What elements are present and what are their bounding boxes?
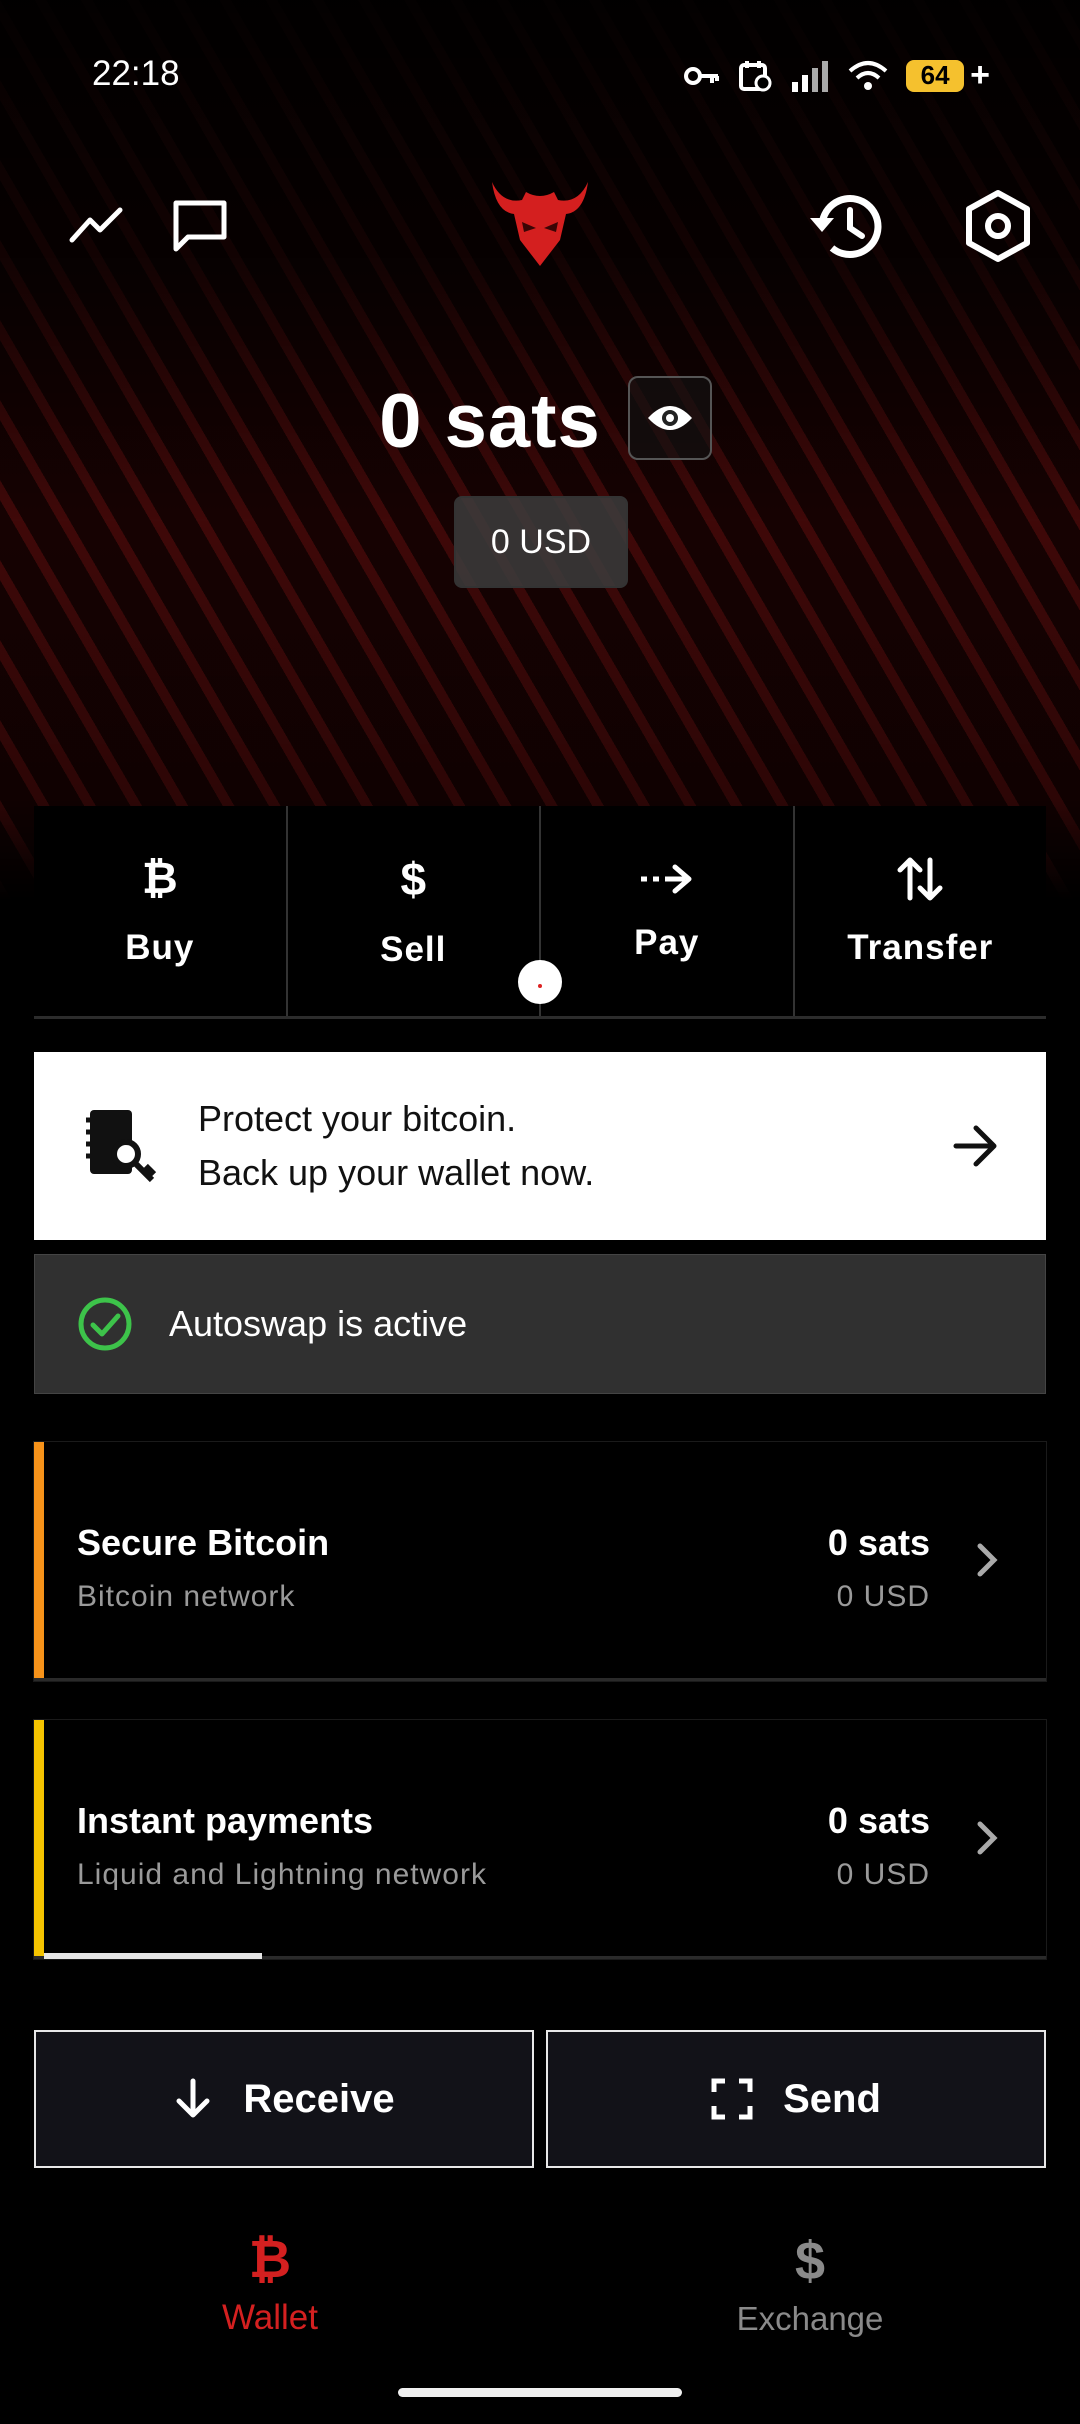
transfer-label: Transfer — [847, 928, 994, 967]
backup-text: Protect your bitcoin. Back up your walle… — [198, 1092, 594, 1200]
nav-wallet[interactable]: ₿ Wallet — [120, 2230, 420, 2338]
wallet-card-secure-bitcoin[interactable]: Secure Bitcoin Bitcoin network 0 sats 0 … — [34, 1442, 1046, 1681]
card-subtitle: Liquid and Lightning network — [77, 1858, 487, 1891]
wifi-icon — [848, 60, 888, 90]
status-icons: 64 + — [684, 56, 990, 95]
nav-exchange[interactable]: $ Exchange — [660, 2230, 960, 2338]
pay-button[interactable]: Pay — [541, 806, 795, 1016]
autoswap-status[interactable]: Autoswap is active — [34, 1254, 1046, 1394]
dashed-arrow-right-icon — [640, 864, 692, 894]
card-accent-bar — [34, 1720, 44, 1956]
card-accent-bar — [34, 1442, 44, 1678]
card-sats: 0 sats — [827, 1522, 930, 1563]
buy-label: Buy — [125, 928, 195, 967]
receive-label: Receive — [243, 2076, 395, 2121]
toggle-visibility-button[interactable] — [628, 376, 712, 460]
card-fiat: 0 USD — [836, 1858, 930, 1891]
chevron-right-icon — [977, 1543, 998, 1577]
chat-icon[interactable] — [166, 196, 234, 256]
signal-icon — [792, 60, 829, 92]
eye-icon — [648, 406, 692, 430]
bitcoin-icon: ₿ — [248, 2231, 292, 2289]
status-time: 22:18 — [92, 54, 180, 93]
battery-indicator: 64 — [906, 59, 965, 92]
card-sats: 0 sats — [827, 1800, 930, 1841]
settings-icon[interactable] — [958, 186, 1038, 266]
send-label: Send — [783, 2076, 881, 2121]
nav-exchange-label: Exchange — [736, 2300, 884, 2337]
arrow-right-icon — [953, 1125, 997, 1167]
balance-sats: 0 sats — [379, 379, 601, 464]
backup-banner[interactable]: Protect your bitcoin. Back up your walle… — [34, 1052, 1046, 1240]
arrow-down-icon — [176, 2078, 210, 2118]
pay-label: Pay — [634, 923, 700, 962]
autoswap-text: Autoswap is active — [169, 1303, 468, 1344]
card-fiat: 0 USD — [836, 1580, 930, 1613]
card-subtitle: Bitcoin network — [77, 1580, 296, 1613]
buy-button[interactable]: ₿ Buy — [34, 806, 288, 1016]
sync-progress-bar — [44, 1953, 262, 1959]
bitcoin-icon: ₿ — [141, 854, 178, 903]
status-bar: 22:18 64 + — [0, 0, 1080, 150]
card-title: Secure Bitcoin — [77, 1522, 330, 1563]
home-indicator[interactable] — [398, 2388, 682, 2397]
calendar-alarm-icon — [739, 60, 772, 91]
send-button[interactable]: Send — [546, 2030, 1046, 2168]
vpn-key-icon — [684, 66, 720, 85]
balance-fiat: 0 USD — [490, 522, 592, 561]
dollar-icon: $ — [400, 853, 427, 905]
sell-button[interactable]: $ Sell — [288, 806, 541, 1016]
battery-level: 64 — [920, 60, 950, 90]
chevron-right-icon — [977, 1821, 998, 1855]
backup-line2: Back up your wallet now. — [198, 1152, 595, 1193]
history-icon[interactable] — [806, 186, 890, 266]
dollar-icon: $ — [794, 2231, 826, 2291]
transfer-button[interactable]: Transfer — [795, 806, 1047, 1016]
backup-key-icon — [86, 1110, 157, 1183]
touch-indicator — [518, 960, 562, 1004]
arrows-up-down-icon — [897, 857, 943, 901]
wallet-card-instant-payments[interactable]: Instant payments Liquid and Lightning ne… — [34, 1720, 1046, 1959]
card-title: Instant payments — [77, 1800, 374, 1841]
receive-button[interactable]: Receive — [34, 2030, 534, 2168]
balance-fiat-toggle[interactable]: 0 USD — [454, 496, 628, 588]
balance-display: 0 sats — [0, 378, 1080, 465]
sell-label: Sell — [380, 930, 447, 969]
chart-trend-icon[interactable] — [64, 198, 128, 250]
bull-logo — [484, 176, 596, 270]
check-circle-icon — [78, 1297, 132, 1351]
scan-icon — [711, 2078, 753, 2120]
backup-line1: Protect your bitcoin. — [198, 1098, 517, 1139]
charging-plus-icon: + — [970, 56, 990, 94]
nav-wallet-label: Wallet — [222, 2298, 318, 2337]
